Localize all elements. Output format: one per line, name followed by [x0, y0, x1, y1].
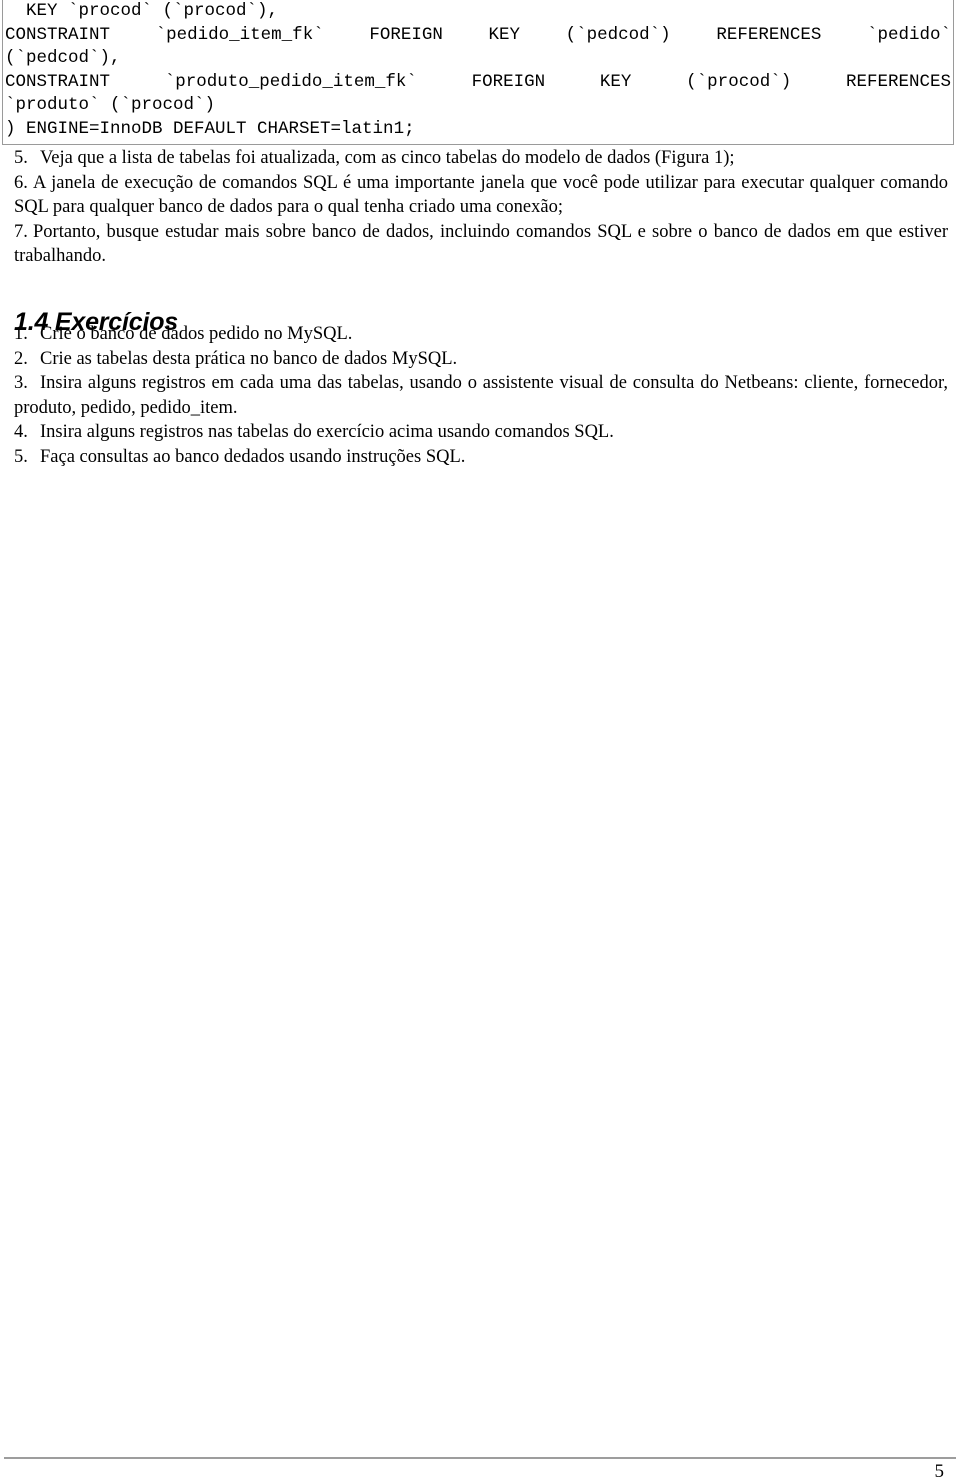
body-list-item: 7. Portanto, busque estudar mais sobre ba…: [14, 220, 948, 269]
code-line-6: ) ENGINE=InnoDB DEFAULT CHARSET=latin1;: [5, 118, 415, 139]
exercise-number: 1.: [14, 324, 28, 344]
sql-code-block: KEY `procod` (`procod`), CONSTRAINT `ped…: [2, 0, 954, 145]
exercise-number: 5.: [14, 446, 28, 467]
body-list-item: 6. A janela de execução de comandos SQL é…: [14, 171, 948, 220]
list-item-number: 5.: [14, 148, 28, 168]
list-item-number: 6.: [14, 172, 28, 193]
list-item-text: Veja que a lista de tabelas foi atualiza…: [40, 148, 735, 168]
exercise-text: Faça consultas ao banco dedados usando i…: [40, 446, 466, 467]
exercise-list-item: 1. Crie o banco de dados pedido no MySQL.: [14, 322, 948, 347]
code-line-4: CONSTRAINT `produto_pedido_item_fk` FORE…: [5, 71, 951, 92]
footer-divider: [4, 1457, 956, 1459]
exercises-list: 1. Crie o banco de dados pedido no MySQL.…: [14, 322, 948, 470]
body-numbered-list: 5. Veja que a lista de tabelas foi atuali…: [14, 146, 948, 269]
document-page: KEY `procod` (`procod`), CONSTRAINT `ped…: [0, 0, 960, 1482]
exercise-text: Crie o banco de dados pedido no MySQL.: [40, 324, 353, 344]
code-line-1: KEY `procod` (`procod`),: [5, 1, 279, 21]
code-line-2: CONSTRAINT `pedido_item_fk` FOREIGN KEY …: [5, 24, 951, 45]
exercise-list-item: 2. Crie as tabelas desta prática no banco…: [14, 347, 948, 372]
exercise-list-item: 4. Insira alguns registros nas tabelas do…: [14, 420, 948, 445]
list-item-number: 7.: [14, 221, 28, 242]
exercise-number: 3.: [14, 373, 28, 394]
exercise-text: Insira alguns registros em cada uma das …: [14, 373, 948, 418]
list-item-text: A janela de execução de comandos SQL é u…: [14, 172, 948, 218]
exercise-number: 4.: [14, 422, 28, 443]
exercise-number: 2.: [14, 348, 28, 369]
code-line-5: `produto` (`procod`): [5, 95, 216, 115]
body-list-item: 5. Veja que a lista de tabelas foi atuali…: [14, 146, 948, 171]
exercise-text: Insira alguns registros nas tabelas do e…: [40, 422, 614, 443]
exercise-text: Crie as tabelas desta prática no banco d…: [40, 348, 458, 369]
list-item-text: Portanto, busque estudar mais sobre banc…: [14, 221, 948, 267]
exercise-list-item: 3. Insira alguns registros em cada uma da…: [14, 371, 948, 420]
page-number: 5: [934, 1461, 945, 1482]
exercise-list-item: 5. Faça consultas ao banco dedados usando…: [14, 445, 948, 470]
code-line-3: (`pedcod`),: [5, 48, 121, 68]
